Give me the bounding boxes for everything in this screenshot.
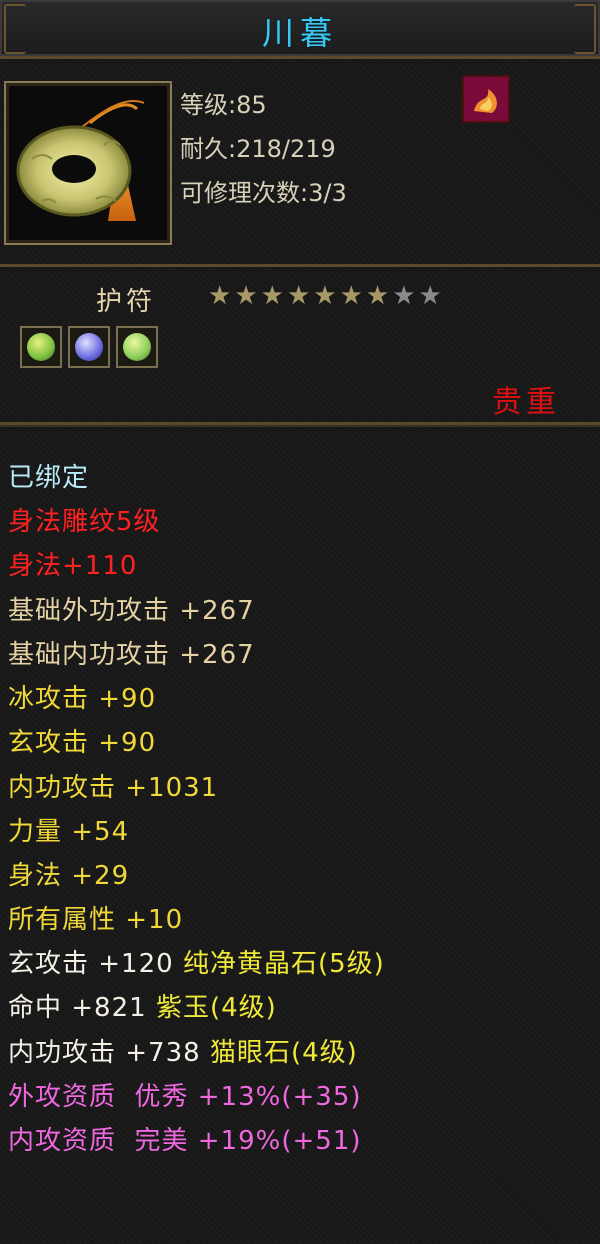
gem1-line: 玄攻击 +120 纯净黄晶石(5级) — [8, 943, 385, 980]
base-ext-attack: 基础外功攻击 +267 — [8, 596, 255, 626]
star-filled-icon: ★ — [234, 281, 258, 311]
green-gem-icon — [123, 333, 151, 361]
green-gem-icon — [27, 333, 55, 361]
mystic-attack: 玄攻击 +90 — [8, 728, 157, 758]
star-filled-icon: ★ — [260, 281, 284, 311]
gem3-name: 猫眼石(4级) — [209, 1038, 358, 1068]
title-bar: 川暮 — [0, 0, 600, 59]
item-name: 川暮 — [261, 14, 338, 52]
gem1-name: 纯净黄晶石(5级) — [182, 949, 385, 979]
gem3-stat: 内功攻击 +738 — [8, 1038, 201, 1068]
ice-attack: 冰攻击 +90 — [8, 684, 157, 714]
star-empty-icon: ★ — [418, 281, 442, 311]
int-quality: 内攻资质 完美 +19%(+51) — [8, 1126, 362, 1156]
agility: 身法 +29 — [8, 861, 130, 891]
item-durability: 耐久:218/219 — [180, 135, 336, 163]
gem2-stat: 命中 +821 — [8, 993, 147, 1023]
ext-quality: 外攻资质 优秀 +13%(+35) — [8, 1082, 362, 1112]
item-header: 等级:85 耐久:218/219 可修理次数:3/3 — [0, 59, 600, 267]
star-filled-icon: ★ — [313, 281, 337, 311]
gem-slot-1 — [20, 326, 62, 368]
gem1-stat: 玄攻击 +120 — [8, 949, 174, 979]
base-int-attack: 基础内功攻击 +267 — [8, 640, 255, 670]
all-attributes: 所有属性 +10 — [8, 905, 184, 935]
gem3-line: 内功攻击 +738 猫眼石(4级) — [8, 1032, 358, 1069]
item-image-frame — [4, 81, 172, 245]
quality-label: 贵重 — [492, 385, 560, 420]
item-level: 等级:85 — [180, 91, 267, 119]
engraving-bonus: 身法+110 — [8, 551, 138, 581]
engraving-line: 身法雕纹5级 — [8, 507, 161, 537]
gem2-name: 紫玉(4级) — [155, 993, 277, 1023]
gem-slot-2 — [68, 326, 110, 368]
gem2-line: 命中 +821 紫玉(4级) — [8, 987, 277, 1024]
star-filled-icon: ★ — [208, 281, 232, 311]
special-effect-icon — [462, 75, 510, 123]
item-stats: 已绑定 身法雕纹5级 身法+110 基础外功攻击 +267 基础内功攻击 +26… — [0, 425, 600, 1244]
item-type: 护符 — [96, 287, 157, 317]
star-filled-icon: ★ — [339, 281, 363, 311]
item-category-section: 护符 ★ ★ ★ ★ ★ ★ ★ ★ ★ 贵重 — [0, 267, 600, 425]
internal-attack: 内功攻击 +1031 — [8, 773, 219, 803]
blue-gem-icon — [75, 333, 103, 361]
strength: 力量 +54 — [8, 817, 130, 847]
item-repair-count: 可修理次数:3/3 — [180, 179, 347, 207]
star-empty-icon: ★ — [392, 281, 416, 311]
item-tooltip: 川暮 等级:85 耐久:218/219 可修理次数:3/3 护符 ★ ★ ★ ★… — [0, 0, 600, 1244]
star-filled-icon: ★ — [286, 281, 311, 311]
jade-amulet-icon — [16, 100, 145, 221]
star-filled-icon: ★ — [365, 281, 390, 311]
flame-icon — [464, 77, 508, 121]
star-rating: ★ ★ ★ ★ ★ ★ ★ ★ ★ — [208, 283, 442, 309]
gem-slot-3 — [116, 326, 158, 368]
bound-status: 已绑定 — [8, 463, 90, 493]
